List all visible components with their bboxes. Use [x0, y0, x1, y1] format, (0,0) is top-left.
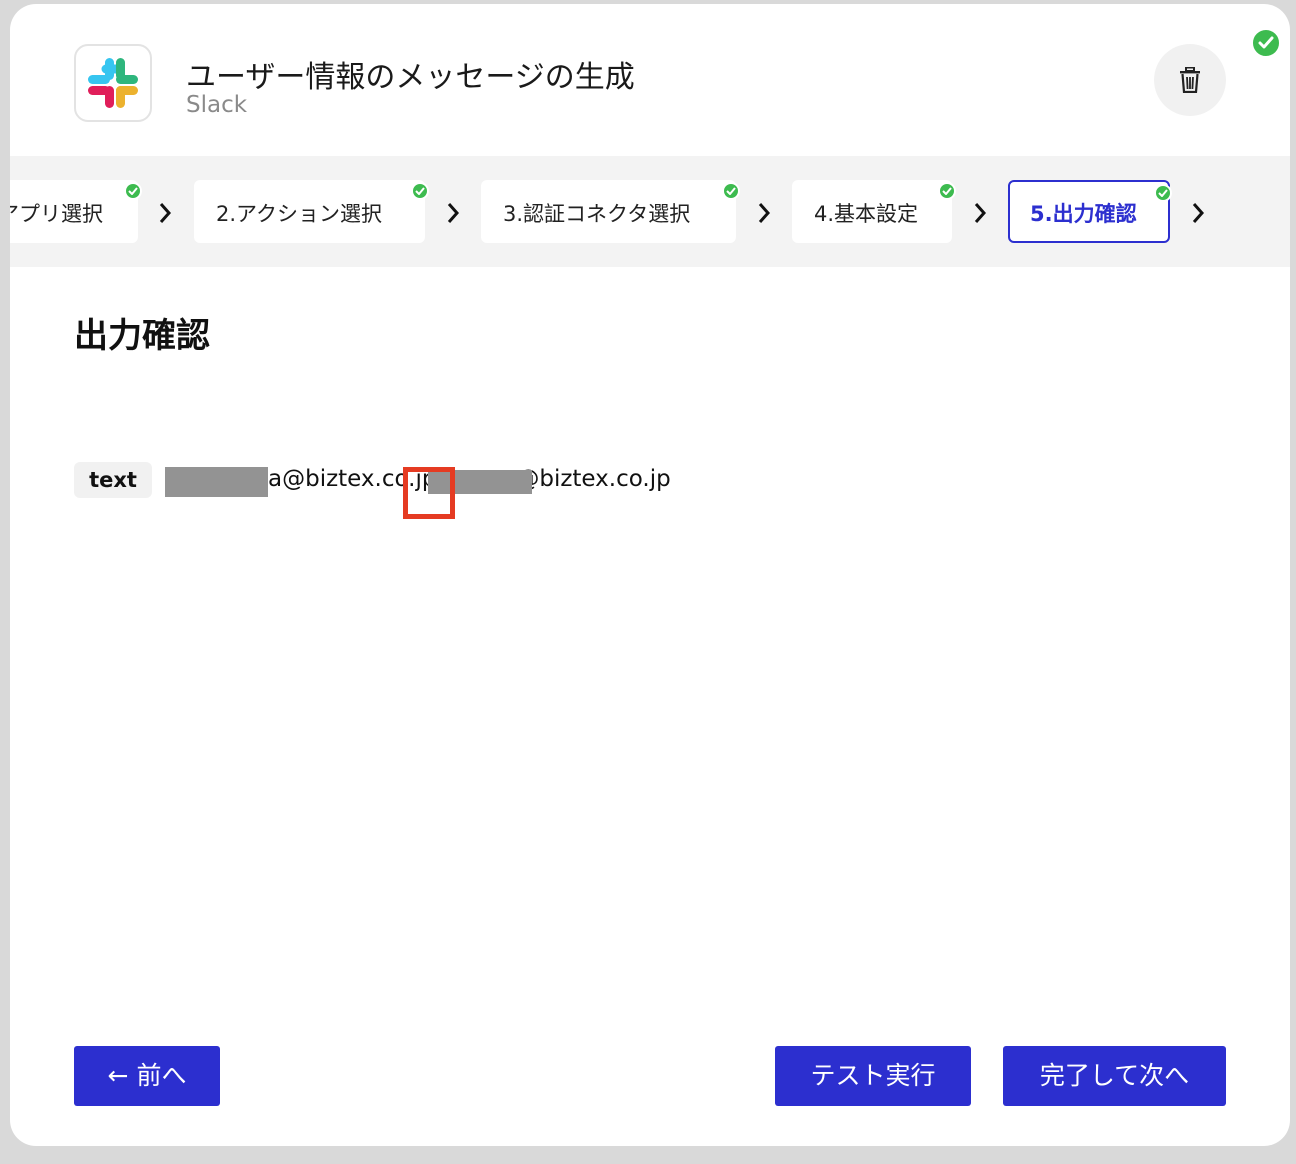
chevron-right-icon: [974, 203, 987, 223]
step-complete-icon: [938, 182, 956, 200]
step-label: 3.認証コネクタ選択: [503, 202, 691, 226]
check-circle-icon: [1251, 28, 1281, 58]
section-title: 出力確認: [74, 316, 210, 356]
redaction-bar: [165, 467, 268, 497]
prev-button[interactable]: ← 前へ: [74, 1046, 220, 1106]
chevron-right-icon: [1192, 203, 1205, 223]
delete-button[interactable]: [1154, 44, 1226, 116]
step-connector-select[interactable]: 3.認証コネクタ選択: [481, 180, 740, 243]
step-complete-icon: [722, 182, 740, 200]
action-title: ユーザー情報のメッセージの生成: [186, 60, 635, 95]
step-label: 2.アクション選択: [216, 202, 382, 226]
chevron-right-icon: [159, 203, 172, 223]
step-basic-settings[interactable]: 4.基本設定: [792, 180, 956, 243]
step-output-check[interactable]: 5.出力確認: [1008, 180, 1172, 243]
step-action-select[interactable]: 2.アクション選択: [194, 180, 429, 243]
chevron-right-icon: [758, 203, 771, 223]
test-run-button[interactable]: テスト実行: [775, 1046, 971, 1106]
task-card: ユーザー情報のメッセージの生成 Slack アプリ選択 2.アクション選択 3.…: [10, 4, 1290, 1146]
output-key-label: text: [89, 468, 137, 492]
step-app-select[interactable]: アプリ選択: [10, 180, 142, 243]
chevron-right-icon: [447, 203, 460, 223]
output-key-tag: text: [74, 462, 152, 498]
complete-next-button[interactable]: 完了して次へ: [1003, 1046, 1226, 1106]
step-label: 5.出力確認: [1030, 202, 1137, 226]
step-complete-icon: [124, 182, 142, 200]
slack-logo-icon: [74, 44, 152, 122]
app-name: Slack: [186, 92, 248, 118]
highlight-box: [403, 467, 455, 519]
step-label: 4.基本設定: [814, 202, 919, 226]
step-navigation: アプリ選択 2.アクション選択 3.認証コネクタ選択 4.基本設定 5.出力確認: [10, 156, 1290, 267]
trash-icon: [1180, 67, 1200, 93]
step-complete-icon: [411, 182, 429, 200]
step-label: アプリ選択: [10, 202, 103, 226]
step-complete-icon: [1154, 184, 1172, 202]
